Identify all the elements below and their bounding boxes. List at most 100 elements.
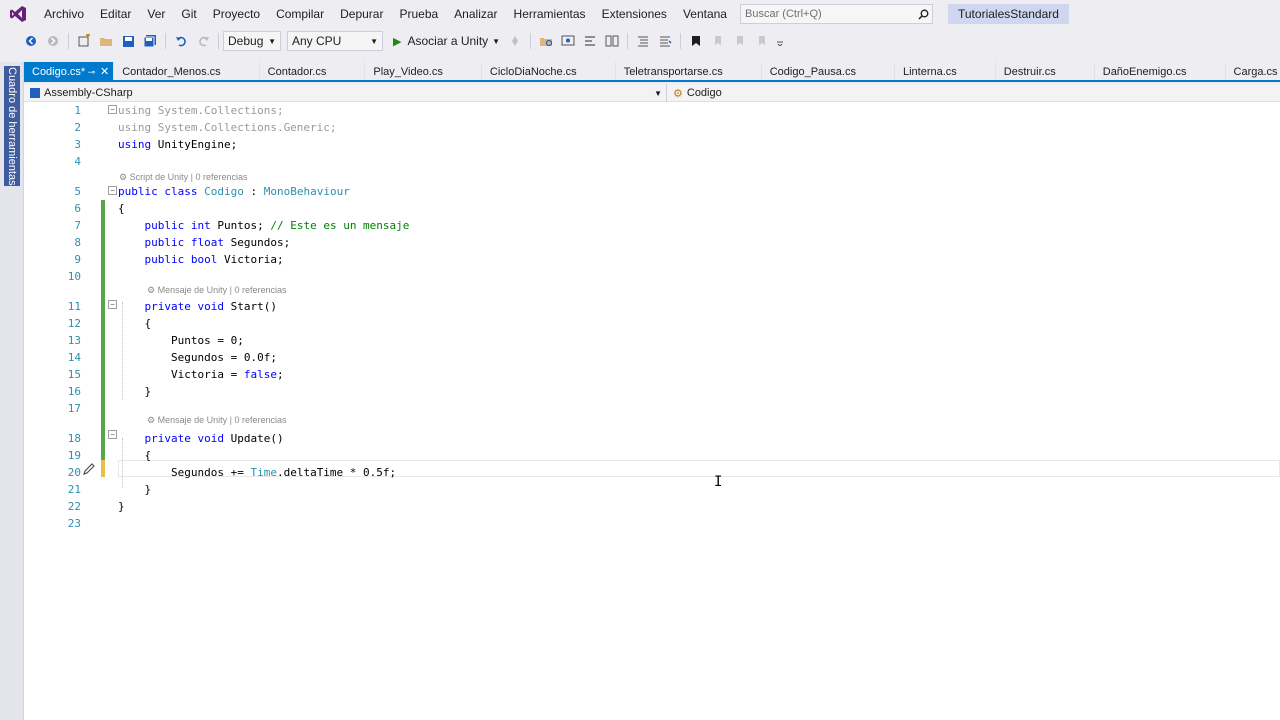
- save-all-icon[interactable]: [139, 30, 161, 52]
- code-line[interactable]: 20 Segundos += Time.deltaTime * 0.5f;: [24, 464, 1280, 481]
- hot-reload-icon[interactable]: [504, 30, 526, 52]
- next-bookmark-icon[interactable]: [729, 30, 751, 52]
- code-line[interactable]: 6{: [24, 200, 1280, 217]
- fold-toggle-icon[interactable]: −: [108, 300, 117, 309]
- codelens-icon: ⚙: [147, 285, 158, 295]
- prev-bookmark-icon[interactable]: [707, 30, 729, 52]
- codelens-start-text: Mensaje de Unity | 0 referencias: [157, 285, 287, 295]
- solution-name-badge[interactable]: TutorialesStandard: [948, 4, 1069, 24]
- solution-configuration-select[interactable]: Debug ▼: [223, 31, 281, 51]
- undo-icon[interactable]: [170, 30, 192, 52]
- code-line[interactable]: 23: [24, 515, 1280, 532]
- redo-icon[interactable]: [192, 30, 214, 52]
- code-line[interactable]: 21 }: [24, 481, 1280, 498]
- solution-platform-select[interactable]: Any CPU ▼: [287, 31, 383, 51]
- codelens-class[interactable]: ⚙ Script de Unity | 0 referencias: [119, 170, 247, 184]
- toolbar-overflow-icon[interactable]: [773, 30, 787, 52]
- codelens-update[interactable]: ⚙ Mensaje de Unity | 0 referencias: [147, 413, 286, 427]
- code-line[interactable]: 8 public float Segundos;: [24, 234, 1280, 251]
- menu-item-archivo[interactable]: Archivo: [36, 0, 92, 28]
- code-line[interactable]: 19 {: [24, 447, 1280, 464]
- code-line[interactable]: 1 using System.Collections;: [24, 102, 1280, 119]
- layout-icon[interactable]: [601, 30, 623, 52]
- code-token: }: [118, 385, 152, 398]
- tab-codigo-pausa-cs[interactable]: Codigo_Pausa.cs: [762, 62, 895, 80]
- tab-destruir-cs[interactable]: Destruir.cs: [996, 62, 1095, 80]
- open-folder-icon[interactable]: [95, 30, 117, 52]
- project-dropdown[interactable]: Assembly-CSharp ▼: [24, 84, 667, 102]
- codelens-icon: ⚙: [147, 415, 158, 425]
- toolbar-separator: [530, 33, 532, 49]
- menu-item-prueba[interactable]: Prueba: [391, 0, 446, 28]
- tab-carga-cs[interactable]: Carga.cs: [1226, 62, 1280, 80]
- line-number: 22: [67, 500, 81, 513]
- tab-linterna-cs[interactable]: Linterna.cs: [895, 62, 996, 80]
- clear-bookmarks-icon[interactable]: [751, 30, 773, 52]
- tab-contador-menos-cs[interactable]: Contador_Menos.cs: [114, 62, 260, 80]
- code-line[interactable]: 16 }: [24, 383, 1280, 400]
- forward-icon[interactable]: [42, 30, 64, 52]
- menu-item-ver[interactable]: Ver: [139, 0, 173, 28]
- codelens-start[interactable]: ⚙ Mensaje de Unity | 0 referencias: [147, 283, 286, 297]
- menu-item-depurar[interactable]: Depurar: [332, 0, 391, 28]
- code-line[interactable]: 14 Segundos = 0.0f;: [24, 349, 1280, 366]
- code-line[interactable]: 13 Puntos = 0;: [24, 332, 1280, 349]
- code-line[interactable]: 15 Victoria = false;: [24, 366, 1280, 383]
- tab-teletransportarse-cs[interactable]: Teletransportarse.cs: [616, 62, 762, 80]
- tab-contador-cs[interactable]: Contador.cs: [260, 62, 366, 80]
- attach-to-unity-label: Asociar a Unity: [407, 34, 489, 48]
- save-icon[interactable]: [117, 30, 139, 52]
- visual-studio-logo-icon[interactable]: [0, 0, 36, 28]
- browse-icon[interactable]: [535, 30, 557, 52]
- code-text: }: [118, 481, 151, 498]
- fold-toggle-icon[interactable]: −: [108, 430, 117, 439]
- other-tabs: Contador_Menos.cs Contador.cs Play_Video.c…: [114, 62, 1280, 80]
- play-icon: ▶: [393, 35, 402, 48]
- menu-item-git[interactable]: Git: [173, 0, 204, 28]
- code-line[interactable]: 18 private void Update(): [24, 430, 1280, 447]
- comment-icon[interactable]: [632, 30, 654, 52]
- menu-item-editar[interactable]: Editar: [92, 0, 139, 28]
- menu-item-proyecto[interactable]: Proyecto: [205, 0, 268, 28]
- menu-item-ventana[interactable]: Ventana: [675, 0, 735, 28]
- line-number: 23: [67, 517, 81, 530]
- attach-to-unity-button[interactable]: ▶ Asociar a Unity ▼: [389, 30, 504, 52]
- search-input[interactable]: Buscar (Ctrl+Q): [740, 4, 933, 24]
- code-line[interactable]: 11 private void Start(): [24, 298, 1280, 315]
- pin-icon[interactable]: ⊸: [88, 62, 96, 80]
- code-token: public class: [118, 185, 198, 198]
- toolbox-tab[interactable]: Cuadro de herramientas: [4, 66, 20, 186]
- code-editor[interactable]: 1 using System.Collections; 2 using System.…: [24, 102, 1280, 720]
- toolbar-separator: [165, 33, 166, 49]
- tab-da-oenemigo-cs[interactable]: DañoEnemigo.cs: [1095, 62, 1226, 80]
- code-line[interactable]: 22}: [24, 498, 1280, 515]
- fold-toggle-icon[interactable]: −: [108, 186, 117, 195]
- code-line[interactable]: 2 using System.Collections.Generic;: [24, 119, 1280, 136]
- tab-play-video-cs[interactable]: Play_Video.cs: [365, 62, 482, 80]
- menu-item-analizar[interactable]: Analizar: [446, 0, 505, 28]
- code-line[interactable]: 5 public class Codigo : MonoBehaviour: [24, 183, 1280, 200]
- menu-item-compilar[interactable]: Compilar: [268, 0, 332, 28]
- align-icon[interactable]: [579, 30, 601, 52]
- tab-codigo[interactable]: Codigo.cs* ⊸ ✕: [24, 62, 115, 80]
- code-line[interactable]: 9 public bool Victoria;: [24, 251, 1280, 268]
- code-line[interactable]: 7 public int Puntos; // Este es un mensa…: [24, 217, 1280, 234]
- uncomment-icon[interactable]: [654, 30, 676, 52]
- back-icon[interactable]: [20, 30, 42, 52]
- screenshot-icon[interactable]: [557, 30, 579, 52]
- menu-item-extensiones[interactable]: Extensiones: [594, 0, 675, 28]
- quick-actions-pencil-icon[interactable]: [82, 462, 96, 476]
- code-line[interactable]: 3 using UnityEngine;: [24, 136, 1280, 153]
- code-line[interactable]: 4: [24, 153, 1280, 170]
- close-icon[interactable]: ✕: [100, 62, 109, 80]
- class-dropdown[interactable]: ⚙ Codigo: [667, 84, 1280, 102]
- menu-item-herramientas[interactable]: Herramientas: [506, 0, 594, 28]
- code-text: Segundos = 0.0f;: [118, 349, 277, 366]
- new-project-icon[interactable]: [73, 30, 95, 52]
- tab-ciclodianoche-cs[interactable]: CicloDiaNoche.cs: [482, 62, 616, 80]
- code-line[interactable]: 12 {: [24, 315, 1280, 332]
- code-token: }: [118, 500, 125, 513]
- bookmark-icon[interactable]: [685, 30, 707, 52]
- fold-toggle-icon[interactable]: −: [108, 105, 117, 114]
- class-icon: ⚙: [673, 87, 683, 100]
